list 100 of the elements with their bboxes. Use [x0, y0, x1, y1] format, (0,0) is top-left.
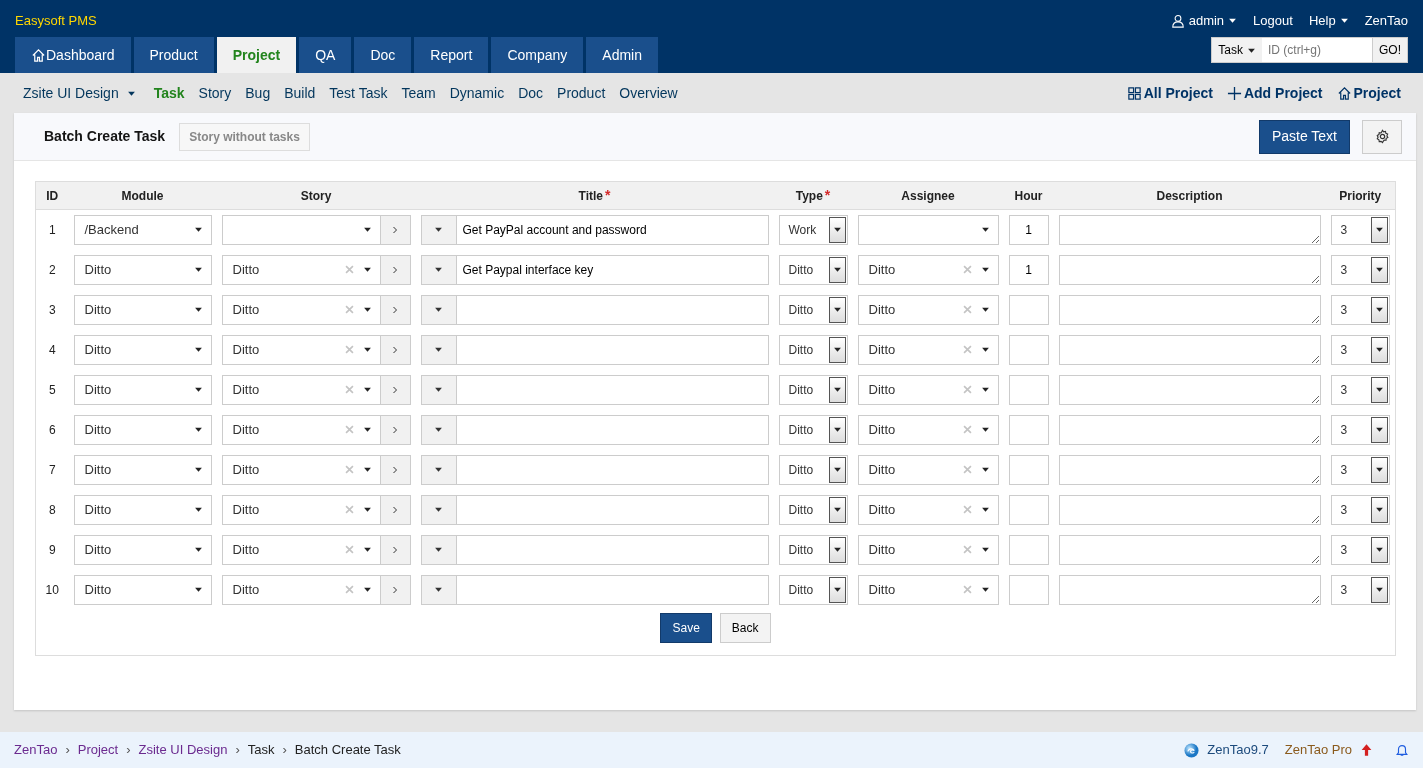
title-menu-button[interactable]: [420, 414, 457, 445]
nav-tab[interactable]: Report: [414, 37, 489, 73]
assignee-select[interactable]: [857, 214, 999, 245]
type-select[interactable]: Work: [778, 214, 848, 245]
type-select[interactable]: Ditto: [778, 534, 848, 565]
sub-nav-link[interactable]: Story: [198, 82, 232, 104]
story-select[interactable]: Ditto: [221, 454, 381, 485]
description-field[interactable]: [1058, 534, 1321, 565]
description-field[interactable]: [1058, 214, 1321, 245]
paste-text-button[interactable]: Paste Text: [1258, 119, 1350, 154]
story-link-button[interactable]: [380, 454, 411, 485]
priority-select[interactable]: 3: [1330, 294, 1390, 325]
story-link-button[interactable]: [380, 374, 411, 405]
hour-field[interactable]: 1: [1008, 254, 1049, 285]
settings-button[interactable]: [1362, 119, 1402, 154]
sub-nav-link[interactable]: Overview: [619, 82, 678, 104]
story-link-button[interactable]: [380, 534, 411, 565]
title-menu-button[interactable]: [420, 334, 457, 365]
nav-tab[interactable]: Dashboard: [15, 37, 131, 73]
title-menu-button[interactable]: [420, 214, 457, 245]
assignee-select[interactable]: Ditto: [857, 334, 999, 365]
assignee-select[interactable]: Ditto: [857, 414, 999, 445]
story-link-button[interactable]: [380, 294, 411, 325]
story-link-button[interactable]: [380, 334, 411, 365]
title-field[interactable]: [456, 334, 769, 365]
back-button[interactable]: Back: [719, 613, 771, 644]
sub-nav-link[interactable]: Test Task: [329, 82, 388, 104]
assignee-select[interactable]: Ditto: [857, 374, 999, 405]
title-field[interactable]: Get Paypal interface key: [456, 254, 769, 285]
type-select[interactable]: Ditto: [778, 494, 848, 525]
priority-select[interactable]: 3: [1330, 494, 1390, 525]
nav-tab[interactable]: Admin: [586, 37, 658, 73]
assignee-select[interactable]: Ditto: [857, 534, 999, 565]
story-select[interactable]: Ditto: [221, 254, 381, 285]
priority-select[interactable]: 3: [1330, 254, 1390, 285]
action-link[interactable]: Add Project: [1226, 82, 1323, 104]
type-select[interactable]: Ditto: [778, 414, 848, 445]
type-select[interactable]: Ditto: [778, 574, 848, 605]
sub-nav-link[interactable]: Team: [401, 82, 436, 104]
story-link-button[interactable]: [380, 214, 411, 245]
logout-link[interactable]: Logout: [1253, 11, 1293, 31]
module-select[interactable]: Ditto: [73, 454, 212, 485]
nav-tab[interactable]: Product: [133, 37, 214, 73]
title-field[interactable]: [456, 294, 769, 325]
title-field[interactable]: [456, 534, 769, 565]
priority-select[interactable]: 3: [1330, 334, 1390, 365]
assignee-select[interactable]: Ditto: [857, 254, 999, 285]
module-select[interactable]: Ditto: [73, 494, 212, 525]
nav-tab[interactable]: Project: [216, 37, 297, 73]
hour-field[interactable]: [1008, 414, 1049, 445]
assignee-select[interactable]: Ditto: [857, 574, 999, 605]
description-field[interactable]: [1058, 494, 1321, 525]
hour-field[interactable]: [1008, 294, 1049, 325]
breadcrumb-link[interactable]: Project: [77, 740, 119, 760]
story-select[interactable]: Ditto: [221, 414, 381, 445]
story-select[interactable]: Ditto: [221, 374, 381, 405]
hour-field[interactable]: [1008, 534, 1049, 565]
sub-nav-link[interactable]: Task: [153, 82, 185, 104]
story-select[interactable]: Ditto: [221, 294, 381, 325]
help-menu[interactable]: Help: [1308, 11, 1349, 31]
module-select[interactable]: Ditto: [73, 534, 212, 565]
save-button[interactable]: Save: [660, 613, 712, 644]
title-field[interactable]: [456, 414, 769, 445]
action-link[interactable]: All Project: [1126, 82, 1213, 104]
project-switcher[interactable]: Zsite UI Design: [23, 82, 136, 104]
type-select[interactable]: Ditto: [778, 334, 848, 365]
story-select[interactable]: Ditto: [221, 494, 381, 525]
description-field[interactable]: [1058, 334, 1321, 365]
story-link-button[interactable]: [380, 254, 411, 285]
assignee-select[interactable]: Ditto: [857, 454, 999, 485]
action-link[interactable]: Project: [1336, 82, 1401, 104]
title-menu-button[interactable]: [420, 494, 457, 525]
title-field[interactable]: Get PayPal account and password: [456, 214, 769, 245]
title-field[interactable]: [456, 574, 769, 605]
story-link-button[interactable]: [380, 414, 411, 445]
priority-select[interactable]: 3: [1330, 534, 1390, 565]
sub-nav-link[interactable]: Doc: [518, 82, 544, 104]
module-select[interactable]: /Backend: [73, 214, 212, 245]
description-field[interactable]: [1058, 294, 1321, 325]
title-menu-button[interactable]: [420, 294, 457, 325]
sub-nav-link[interactable]: Build: [284, 82, 316, 104]
module-select[interactable]: Ditto: [73, 254, 212, 285]
story-link-button[interactable]: [380, 574, 411, 605]
pro-link[interactable]: ZenTao Pro: [1284, 740, 1352, 760]
priority-select[interactable]: 3: [1330, 214, 1390, 245]
title-field[interactable]: [456, 374, 769, 405]
hour-field[interactable]: [1008, 374, 1049, 405]
hour-field[interactable]: [1008, 494, 1049, 525]
hour-field[interactable]: [1008, 454, 1049, 485]
priority-select[interactable]: 3: [1330, 454, 1390, 485]
module-select[interactable]: Ditto: [73, 574, 212, 605]
assignee-select[interactable]: Ditto: [857, 294, 999, 325]
nav-tab[interactable]: Company: [491, 37, 584, 73]
type-select[interactable]: Ditto: [778, 454, 848, 485]
module-select[interactable]: Ditto: [73, 334, 212, 365]
user-menu[interactable]: admin: [1170, 11, 1238, 31]
sub-nav-link[interactable]: Product: [557, 82, 606, 104]
version-link[interactable]: ZenTao9.7: [1207, 740, 1269, 760]
story-select[interactable]: Ditto: [221, 534, 381, 565]
module-select[interactable]: Ditto: [73, 294, 212, 325]
